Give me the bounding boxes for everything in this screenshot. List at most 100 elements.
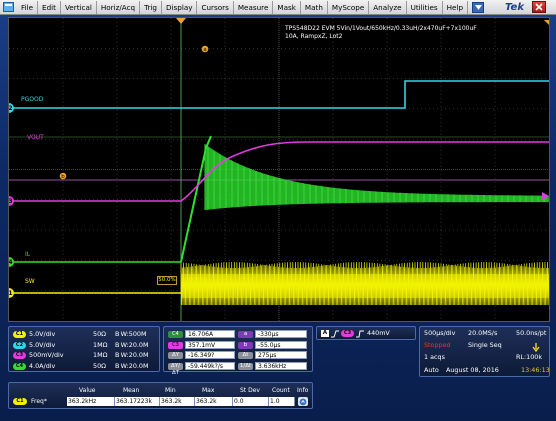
cursor-left-badge: C4 xyxy=(168,331,183,338)
cursor-right-badge: Δt xyxy=(238,352,253,359)
cursor-left-badge: ΔY/ΔT xyxy=(168,362,183,376)
cursor-right-value: 3.636kHz xyxy=(255,361,307,370)
stats-value: 363.2kHz xyxy=(67,397,115,406)
stats-header-info: Info xyxy=(297,387,309,394)
channel-coupling: 1MΩ xyxy=(93,351,108,359)
menu-myscope[interactable]: MyScope xyxy=(328,0,370,14)
menu-dropdown-icon[interactable] xyxy=(472,1,485,13)
channel-coupling: 50Ω xyxy=(93,330,107,338)
cursor-right-badge: b xyxy=(238,341,253,349)
menu-math[interactable]: Math xyxy=(301,0,328,14)
channel-scale: 5.0V/div xyxy=(29,330,56,338)
acq-date: August 08, 2016 xyxy=(446,366,499,374)
acq-mode: Single Seq xyxy=(468,341,502,349)
cursor-left-badge: C3 xyxy=(168,341,183,349)
measurement-stats-panel[interactable]: Value Mean Min Max St Dev Count Info C1 Freq* … xyxy=(8,382,313,409)
acq-state: Stopped xyxy=(424,341,451,349)
acq-time: 13:46:13 xyxy=(521,366,550,374)
cursor-right-value: -55.0μs xyxy=(255,340,307,349)
menu-utilities[interactable]: Utilities xyxy=(407,0,443,14)
acquisition-panel[interactable]: 500μs/div 20.0MS/s 50.0ns/pt Stopped Sin… xyxy=(419,326,550,377)
graticule-svg: a b 2 3 4 1 xyxy=(9,18,549,321)
menu-analyze[interactable]: Analyze xyxy=(369,0,407,14)
trigger-position-marker xyxy=(176,18,186,24)
stats-header-max: Max xyxy=(202,387,215,394)
cursor-right-badge: a xyxy=(238,331,253,338)
stats-header-count: Count xyxy=(272,387,290,394)
menu-display[interactable]: Display xyxy=(162,0,198,14)
stats-count: 1.0 xyxy=(269,397,295,406)
channel-badge: C3 xyxy=(13,352,26,359)
tek-logo: Tek xyxy=(505,2,524,13)
stats-info-icon[interactable] xyxy=(298,397,308,406)
channel-coupling: 50Ω xyxy=(93,361,107,370)
system-menu-icon[interactable] xyxy=(1,1,15,14)
cursor-right-value: 275μs xyxy=(255,351,307,359)
menu-trig[interactable]: Trig xyxy=(140,0,162,14)
channel-badge: C1 xyxy=(13,331,26,338)
menu-edit[interactable]: Edit xyxy=(38,0,61,14)
menu-vertical[interactable]: Vertical xyxy=(61,0,97,14)
stats-header-st-dev: St Dev xyxy=(240,387,260,394)
channel-bandwidth: B W:20.0M xyxy=(115,351,149,359)
stats-mean: 363.17223k xyxy=(115,397,160,406)
channel-marker-text-3: 3 xyxy=(9,198,13,205)
annotation-line-2: 10A, RampxZ, Lot2 xyxy=(285,33,343,40)
waveform-display[interactable]: a b 2 3 4 1 TPS548D22 EVM 5Vin/1Vout/650kHz/0… xyxy=(8,17,550,322)
channel-badge: C4 xyxy=(13,362,26,370)
menu-file[interactable]: File xyxy=(17,0,39,14)
cursor-left-badge: ΔY xyxy=(168,352,183,359)
channel-marker-text-4: 4 xyxy=(9,259,13,266)
cursor-left-value: -16.349? xyxy=(185,351,235,359)
cursor-left-value: -59.449k?/s xyxy=(185,361,235,370)
cursor-left-value: 16.706A xyxy=(185,330,235,338)
trigger-position-readout: 50.0% xyxy=(157,276,177,285)
channel-scale-panel[interactable]: C1 5.0V/div 50Ω B W:500M C2 5.0V/div 1MΩ B W:20… xyxy=(8,326,160,372)
trigger-slope-icon xyxy=(331,330,339,340)
trigger-badge: A xyxy=(321,330,329,337)
time-per-point: 50.0ns/pt xyxy=(516,329,547,337)
cursor-b-label-text: b xyxy=(61,174,65,180)
oscilloscope-window: File Edit Vertical Horiz/Acq Trig Displa… xyxy=(0,0,556,421)
label-pgood: PGOOD xyxy=(21,96,44,103)
channel-marker-text-1: 1 xyxy=(9,290,13,297)
channel-bandwidth: B W:20.0M xyxy=(115,361,149,370)
stats-stdev: 0.0 xyxy=(233,397,269,406)
cursor-right-value: -330μs xyxy=(255,330,307,338)
close-icon[interactable] xyxy=(532,1,546,13)
channel-bandwidth: B W:20.0M xyxy=(115,340,149,349)
stats-max: 363.2k xyxy=(195,397,233,406)
trace-sw-fill xyxy=(181,274,549,298)
trace-il xyxy=(204,144,549,210)
menu-mask[interactable]: Mask xyxy=(273,0,301,14)
channel-coupling: 1MΩ xyxy=(93,340,108,349)
label-vout: VOUT xyxy=(27,134,44,141)
stats-channel-badge: C1 xyxy=(13,398,27,405)
trigger-panel[interactable]: A C3 440mV xyxy=(316,326,416,340)
channel-scale: 500mV/div xyxy=(29,351,64,359)
stats-header-value: Value xyxy=(79,387,96,394)
stats-min: 363.2k xyxy=(160,397,195,406)
corner-marker xyxy=(544,20,549,25)
menu-horiz-acq[interactable]: Horiz/Acq xyxy=(97,0,141,14)
trigger-level-readout: 180.275% xyxy=(184,278,207,283)
stats-header-min: Min xyxy=(165,387,176,394)
menu-cursors[interactable]: Cursors xyxy=(197,0,234,14)
record-length: RL:100k xyxy=(516,353,543,361)
label-sw: SW xyxy=(25,278,35,285)
trigger-channel-badge: C3 xyxy=(341,330,354,337)
timebase: 500μs/div xyxy=(424,329,456,337)
menu-bar: File Edit Vertical Horiz/Acq Trig Displa… xyxy=(0,0,556,15)
channel-scale: 4.0A/div xyxy=(29,361,56,370)
stats-measure-label: Freq* xyxy=(31,398,47,405)
channel-badge: C2 xyxy=(13,341,26,349)
channel-marker-text-2: 2 xyxy=(9,105,13,112)
cursor-readout-panel[interactable]: C4 16.706A C3 357.1mV ΔY -16.349? ΔY/ΔT -59.449… xyxy=(163,326,313,376)
cursor-right-badge: 1/Δt xyxy=(238,362,253,370)
menu-measure[interactable]: Measure xyxy=(234,0,274,14)
channel-scale: 5.0V/div xyxy=(29,340,56,349)
sample-rate: 20.0MS/s xyxy=(468,329,498,337)
menu-help[interactable]: Help xyxy=(443,0,469,14)
annotation-line-1: TPS548D22 EVM 5Vin/1Vout/650kHz/0.33uH/2… xyxy=(285,25,477,32)
acq-count: 1 acqs xyxy=(424,353,445,361)
